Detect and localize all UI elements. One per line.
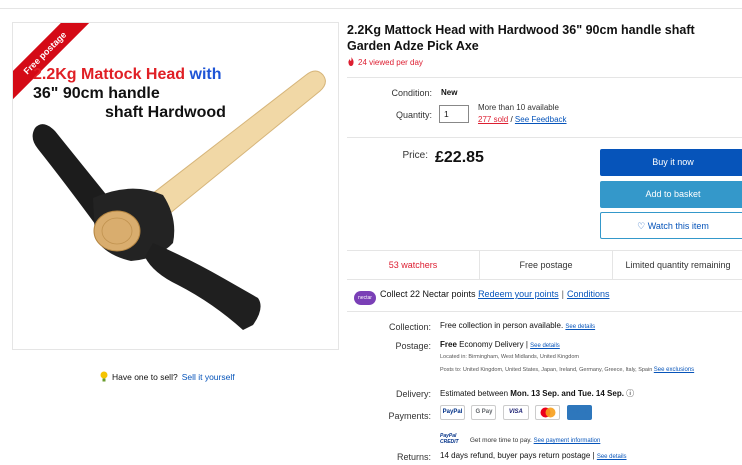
- watchers-count: 53 watchers: [347, 251, 480, 279]
- watch-item-button[interactable]: ♡ Watch this item: [600, 212, 742, 239]
- promo-line-1: 2.2Kg Mattock Head with: [33, 65, 221, 84]
- amex-icon: AMEX: [566, 405, 592, 420]
- returns-label: Returns:: [396, 452, 431, 462]
- promo-line-3: shaft Hardwood: [105, 104, 226, 121]
- condition-label: Condition:: [391, 88, 432, 98]
- info-icon[interactable]: ⓘ: [626, 389, 634, 398]
- returns-value: 14 days refund, buyer pays return postag…: [440, 451, 627, 460]
- see-exclusions-link[interactable]: See exclusions: [654, 367, 694, 373]
- info-row: 53 watchers Free postage Limited quantit…: [347, 250, 742, 280]
- paypal-credit-logo: PayPal CREDIT: [440, 433, 459, 445]
- promo-line-1-red: 2.2Kg Mattock Head: [33, 66, 186, 83]
- delivery-dates: Mon. 13 Sep. and Tue. 14 Sep.: [510, 389, 624, 398]
- postage-method: Economy Delivery |: [456, 340, 531, 349]
- nectar-conditions-link[interactable]: Conditions: [567, 289, 610, 299]
- nectar-separator: |: [561, 289, 564, 299]
- postage-label: Postage:: [395, 341, 431, 351]
- paypal-credit-row: PayPal CREDIT Get more time to pay. See …: [440, 433, 601, 445]
- nectar-logo-icon: nectar: [354, 291, 376, 305]
- redeem-points-link[interactable]: Redeem your points: [478, 289, 559, 299]
- collection-text: Free collection in person available.: [440, 321, 564, 330]
- nectar-text: Collect 22 Nectar points: [380, 289, 476, 299]
- buy-it-now-button[interactable]: Buy it now: [600, 149, 742, 176]
- sold-feedback: 277 sold / See Feedback: [478, 115, 567, 124]
- collection-label: Collection:: [388, 322, 431, 332]
- availability-text: More than 10 available: [478, 103, 559, 112]
- postage-free: Free: [440, 340, 457, 349]
- paypal-icon: PayPal: [440, 405, 465, 420]
- delivery-prefix: Estimated between: [440, 389, 511, 398]
- google-pay-icon: G Pay: [471, 405, 497, 420]
- payment-information-link[interactable]: See payment information: [534, 438, 601, 444]
- sold-separator: /: [508, 115, 515, 124]
- product-image-panel[interactable]: Free postage 2.2Kg Mattock Head with 36"…: [12, 22, 339, 350]
- add-to-basket-button[interactable]: Add to basket: [600, 181, 742, 208]
- divider: [347, 311, 742, 312]
- returns-see-details-link[interactable]: See details: [597, 454, 627, 460]
- payments-label: Payments:: [388, 411, 431, 421]
- sold-count-link[interactable]: 277 sold: [478, 115, 508, 124]
- price-value: £22.85: [435, 149, 484, 166]
- quantity-label: Quantity:: [395, 110, 432, 120]
- collection-see-details-link[interactable]: See details: [565, 324, 595, 330]
- payment-methods: PayPal G Pay VISA MC AMEX: [440, 405, 594, 423]
- located-in-text: Located in: Birmingham, West Midlands, U…: [440, 354, 579, 360]
- price-label: Price:: [402, 150, 428, 161]
- sell-prompt: Have one to sell? Sell it yourself: [100, 371, 235, 382]
- posts-to-text: Posts to: United Kingdom, United States,…: [440, 367, 653, 373]
- viewed-per-day: 24 viewed per day: [347, 57, 423, 67]
- see-feedback-link[interactable]: See Feedback: [515, 115, 567, 124]
- flame-icon: [348, 57, 354, 66]
- sell-it-yourself-link[interactable]: Sell it yourself: [182, 372, 235, 382]
- top-divider: [0, 8, 742, 9]
- divider: [347, 77, 742, 78]
- sell-text: Have one to sell?: [112, 372, 178, 382]
- viewed-text: 24 viewed per day: [358, 58, 423, 67]
- returns-text: 14 days refund, buyer pays return postag…: [440, 451, 597, 460]
- collection-value: Free collection in person available. See…: [440, 321, 595, 330]
- free-postage-note: Free postage: [480, 251, 613, 279]
- delivery-value: Estimated between Mon. 13 Sep. and Tue. …: [440, 388, 634, 399]
- limited-quantity-note: Limited quantity remaining: [625, 260, 731, 270]
- promo-line-2: 36" 90cm handle: [33, 85, 160, 102]
- lightbulb-icon: [100, 371, 108, 382]
- promo-line-1-blue: with: [185, 66, 222, 83]
- mastercard-icon: MC: [535, 405, 561, 420]
- postage-value: Free Economy Delivery | See details: [440, 340, 560, 349]
- nectar-row: nectar Collect 22 Nectar points Redeem yo…: [354, 289, 609, 305]
- condition-value: New: [441, 88, 458, 97]
- credit-text: Get more time to pay.: [469, 437, 532, 444]
- quantity-input[interactable]: 1: [439, 105, 469, 123]
- visa-icon: VISA: [502, 405, 529, 420]
- divider: [347, 137, 742, 138]
- page-title: 2.2Kg Mattock Head with Hardwood 36" 90c…: [347, 23, 695, 53]
- posts-to: Posts to: United Kingdom, United States,…: [440, 367, 710, 374]
- postage-see-details-link[interactable]: See details: [530, 343, 560, 349]
- delivery-label: Delivery:: [395, 389, 431, 399]
